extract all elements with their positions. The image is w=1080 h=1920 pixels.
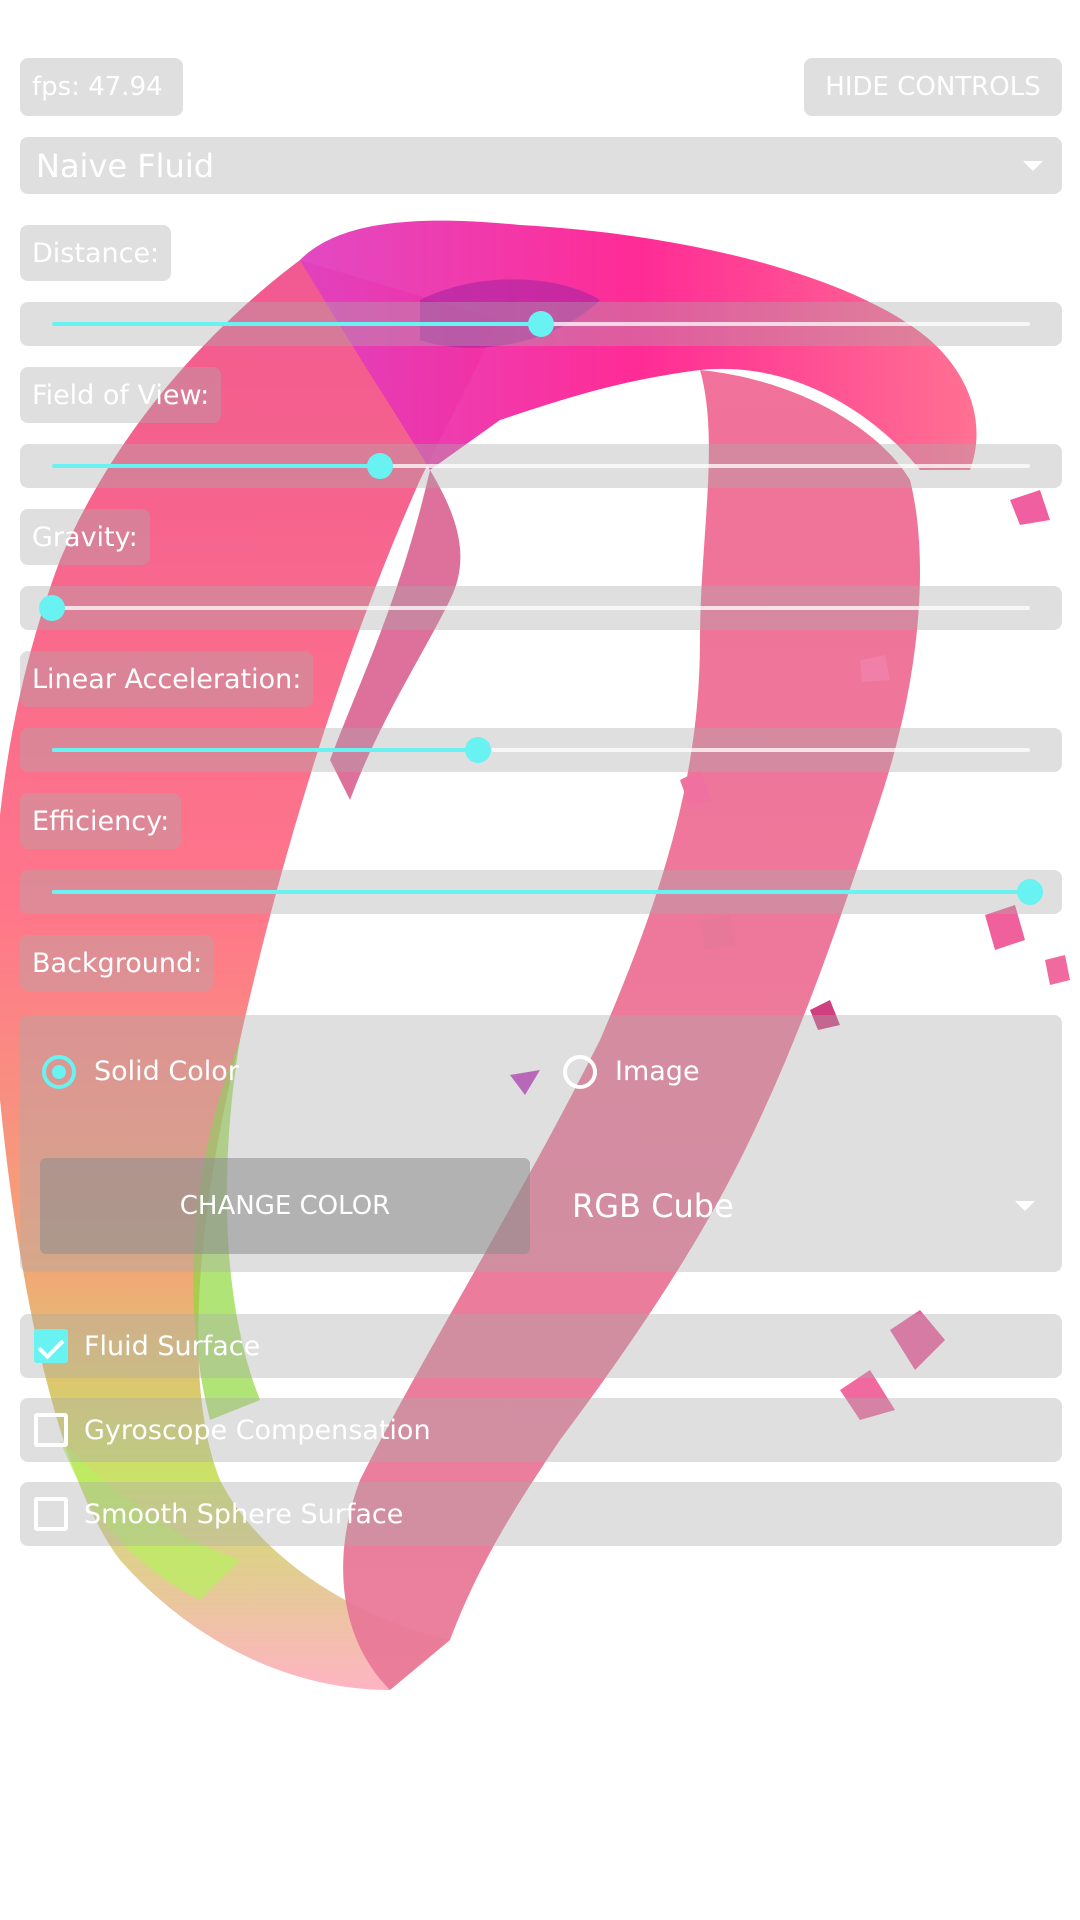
solid-color-radio[interactable] (42, 1055, 76, 1089)
slider-thumb[interactable] (465, 737, 492, 763)
fps-text: fps: 47.94 (32, 72, 163, 102)
background-options-panel: Solid Color Image CHANGE COLOR RGB Cube (20, 1015, 1062, 1272)
field-of-view-slider[interactable] (20, 444, 1062, 488)
background-select[interactable]: RGB Cube (550, 1158, 1050, 1254)
fluid-surface-label: Fluid Surface (84, 1330, 261, 1362)
slider-thumb[interactable] (39, 595, 65, 621)
slider-track (52, 879, 1043, 905)
smooth-sphere-surface-label: Smooth Sphere Surface (84, 1498, 404, 1530)
simulation-mode-select[interactable]: Naive Fluid (20, 137, 1062, 194)
linear-acceleration-slider[interactable] (20, 728, 1062, 772)
chevron-down-icon (1015, 1201, 1035, 1211)
efficiency-label: Efficiency: (20, 793, 182, 849)
fps-counter: fps: 47.94 (20, 58, 183, 116)
background-select-value: RGB Cube (572, 1187, 734, 1225)
mode-select-value: Naive Fluid (36, 146, 215, 185)
slider-thumb[interactable] (366, 453, 393, 479)
gravity-slider[interactable] (20, 586, 1062, 630)
image-radio[interactable] (563, 1055, 597, 1089)
gyroscope-compensation-label: Gyroscope Compensation (84, 1414, 431, 1446)
distance-label: Distance: (20, 225, 172, 281)
hide-controls-button[interactable]: HIDE CONTROLS (804, 58, 1062, 116)
slider-fill (52, 322, 541, 326)
change-color-button[interactable]: CHANGE COLOR (40, 1158, 530, 1254)
efficiency-slider[interactable] (20, 870, 1062, 914)
image-label[interactable]: Image (615, 1056, 700, 1087)
fluid-surface-row[interactable]: Fluid Surface (20, 1314, 1062, 1378)
fluid-surface-checkbox[interactable] (34, 1329, 68, 1363)
chevron-down-icon (1023, 161, 1043, 171)
hide-controls-label: HIDE CONTROLS (825, 72, 1041, 102)
slider-track (52, 311, 1030, 337)
checkmark-icon (37, 1332, 65, 1360)
slider-fill (52, 890, 1030, 894)
gyroscope-compensation-row[interactable]: Gyroscope Compensation (20, 1398, 1062, 1462)
smooth-sphere-surface-checkbox[interactable] (34, 1497, 68, 1531)
solid-color-label[interactable]: Solid Color (94, 1056, 239, 1087)
slider-fill (52, 748, 479, 752)
gyroscope-compensation-checkbox[interactable] (34, 1413, 68, 1447)
slider-fill (52, 464, 380, 468)
field-of-view-label: Field of View: (20, 367, 222, 423)
distance-slider[interactable] (20, 302, 1062, 346)
change-color-label: CHANGE COLOR (179, 1191, 391, 1221)
background-label: Background: (20, 935, 215, 991)
gravity-label: Gravity: (20, 509, 150, 565)
linear-acceleration-label: Linear Acceleration: (20, 651, 314, 707)
smooth-sphere-surface-row[interactable]: Smooth Sphere Surface (20, 1482, 1062, 1546)
slider-track (52, 453, 1030, 479)
slider-thumb[interactable] (1017, 879, 1043, 905)
slider-track (39, 595, 1030, 621)
slider-track (52, 737, 1030, 763)
slider-thumb[interactable] (528, 311, 554, 337)
